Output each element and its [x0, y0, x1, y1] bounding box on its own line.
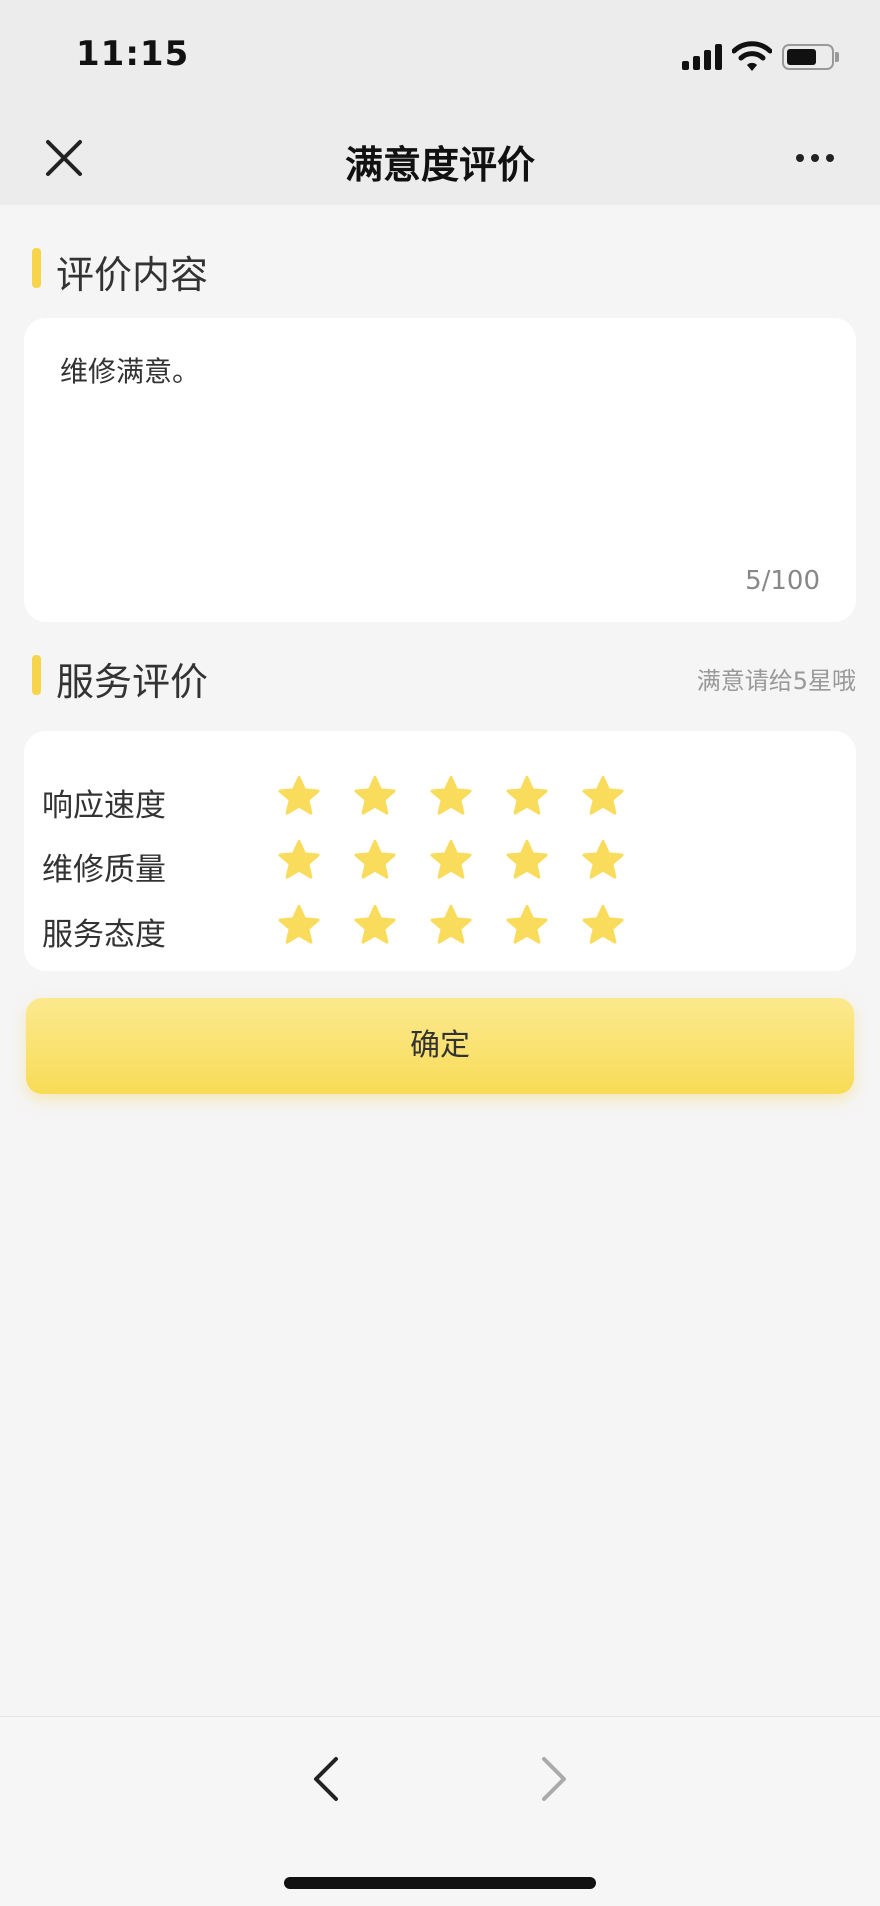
- char-counter: 5/100: [745, 566, 820, 596]
- confirm-button[interactable]: 确定: [26, 998, 854, 1094]
- cellular-signal-icon: [682, 44, 724, 70]
- star-icon[interactable]: [352, 903, 398, 949]
- back-arrow-icon[interactable]: [306, 1751, 346, 1807]
- star-icon[interactable]: [352, 774, 398, 820]
- rating-hint: 满意请给5星哦: [696, 667, 856, 695]
- star-icon[interactable]: [352, 838, 398, 884]
- rating-row: 维修质量: [42, 832, 842, 892]
- rating-label: 维修质量: [42, 852, 166, 888]
- status-bar: 11:15: [0, 0, 880, 110]
- section-accent-bar: [32, 248, 41, 288]
- star-icon[interactable]: [428, 774, 474, 820]
- comment-text[interactable]: 维修满意。: [60, 350, 200, 390]
- forward-arrow-icon[interactable]: [534, 1751, 574, 1807]
- comment-section-title: 评价内容: [56, 253, 209, 297]
- star-icon[interactable]: [428, 903, 474, 949]
- status-time: 11:15: [76, 34, 190, 74]
- star-icon[interactable]: [580, 838, 626, 884]
- star-icon[interactable]: [580, 903, 626, 949]
- star-icon[interactable]: [276, 774, 322, 820]
- section-accent-bar: [32, 655, 41, 695]
- service-section-header: 服务评价 满意请给5星哦: [32, 651, 856, 704]
- navigation-bar: 满意度评价: [0, 110, 880, 205]
- browser-toolbar: [0, 1716, 880, 1906]
- rating-label: 响应速度: [42, 788, 166, 824]
- star-icon[interactable]: [580, 774, 626, 820]
- comment-section-header: 评价内容: [32, 244, 856, 297]
- page-title: 满意度评价: [344, 143, 535, 187]
- service-section-title: 服务评价: [56, 660, 209, 704]
- rating-card: 响应速度维修质量服务态度: [24, 731, 856, 971]
- rating-row: 服务态度: [42, 897, 842, 957]
- battery-icon: [782, 44, 839, 70]
- star-icon[interactable]: [276, 838, 322, 884]
- home-indicator: [284, 1877, 596, 1889]
- wifi-icon: [731, 40, 773, 72]
- star-icon[interactable]: [504, 774, 550, 820]
- star-icon[interactable]: [504, 838, 550, 884]
- star-icon[interactable]: [504, 903, 550, 949]
- star-icon[interactable]: [428, 838, 474, 884]
- rating-label: 服务态度: [42, 917, 166, 953]
- more-dots-icon[interactable]: [790, 140, 840, 176]
- star-icon[interactable]: [276, 903, 322, 949]
- comment-input[interactable]: 维修满意。 5/100: [24, 318, 856, 622]
- rating-row: 响应速度: [42, 768, 842, 828]
